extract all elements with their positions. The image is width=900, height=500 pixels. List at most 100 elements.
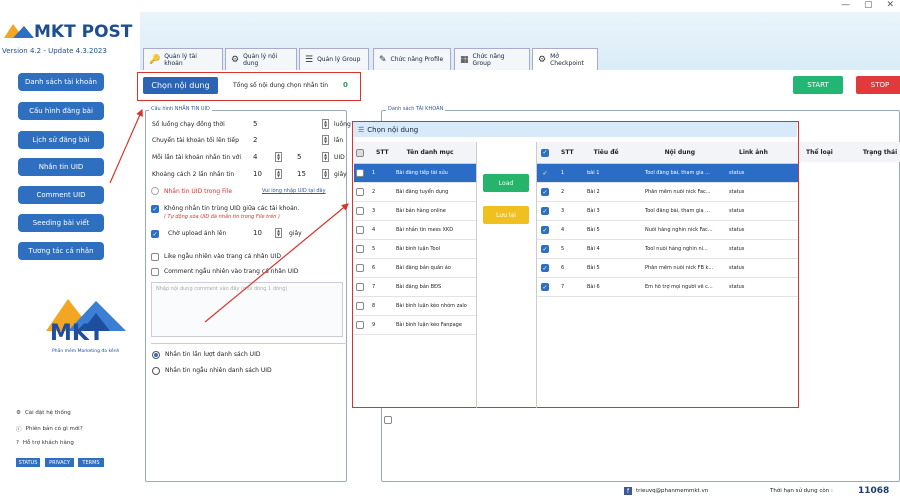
uid-file-checkbox[interactable]: [151, 187, 159, 195]
post-row[interactable]: ✓ 2 Bài 2 Phần mềm nuôi nick Fac... status: [537, 183, 798, 202]
tab-open-checkpoint[interactable]: ⚙ Mở Checkpoint: [532, 48, 598, 70]
threads-stepper[interactable]: ▲ ▼: [322, 119, 329, 129]
terms-badge[interactable]: TERMS: [78, 458, 104, 467]
switch-account-value[interactable]: 2: [253, 136, 257, 144]
tab-account-management[interactable]: 🔑 Quản lý tài khoản: [143, 48, 223, 70]
header-category: Thể loại: [806, 148, 833, 156]
sidebar-item-message-uid[interactable]: Nhắn tin UID: [18, 158, 104, 176]
per-account-min-stepper[interactable]: ▲ ▼: [275, 152, 282, 162]
privacy-badge[interactable]: PRIVACY: [45, 458, 74, 467]
threads-value[interactable]: 5: [253, 120, 257, 128]
import-uid-link[interactable]: Vui lòng nhập UID tại đây: [262, 188, 326, 194]
per-account-max-stepper[interactable]: ▲ ▼: [322, 152, 329, 162]
switch-account-stepper[interactable]: ▲ ▼: [322, 135, 329, 145]
category-row[interactable]: 7 Bài đăng bán BĐS: [354, 278, 476, 297]
tab-group-functions[interactable]: ▦ Chức năng Group: [454, 48, 530, 70]
tab-group-management[interactable]: ☰ Quản lý Group: [299, 48, 369, 70]
list-icon: ☰: [305, 54, 314, 65]
category-row[interactable]: 8 Bài bình luận kéo nhóm zalo: [354, 297, 476, 316]
post-checkbox[interactable]: ✓: [541, 283, 549, 291]
random-radio[interactable]: [152, 367, 160, 375]
select-all-posts-checkbox[interactable]: ✓: [541, 148, 549, 157]
status-badge[interactable]: STATUS: [16, 458, 40, 467]
category-row[interactable]: 3 Bài bán hàng online: [354, 202, 476, 221]
load-button[interactable]: Load: [483, 174, 529, 192]
category-checkbox[interactable]: [356, 188, 364, 196]
key-icon: 🔑: [149, 54, 161, 65]
post-checkbox[interactable]: ✓: [541, 264, 549, 272]
post-image-link: status: [729, 246, 745, 252]
settings-label: Cài đặt hệ thống: [24, 410, 71, 416]
support-link[interactable]: ? Hỗ trợ khách hàng: [16, 440, 74, 446]
sidebar-item-post-history[interactable]: Lịch sử đăng bài: [18, 131, 104, 149]
tab-content-management[interactable]: ⚙ Quản lý nội dung: [225, 48, 297, 70]
close-button[interactable]: ✕: [886, 0, 894, 10]
post-row[interactable]: ✓ 5 Bài 4 Tool nuôi hàng nghìn ni... status: [537, 240, 798, 259]
category-row[interactable]: 2 Bài đăng tuyển dụng: [354, 183, 476, 202]
comment-random-checkbox[interactable]: [151, 268, 159, 276]
sidebar-item-account-list[interactable]: Danh sách tài khoản: [18, 73, 104, 91]
category-name: Bài đăng tuyển dụng: [396, 189, 449, 195]
post-image-link: status: [729, 189, 745, 195]
switch-account-unit: lần: [334, 137, 344, 144]
post-checkbox[interactable]: ✓: [541, 169, 549, 177]
sidebar-item-comment-uid[interactable]: Comment UID: [18, 186, 104, 204]
support-email[interactable]: trieuvq@phanmemmkt.vn: [636, 488, 708, 494]
per-account-max[interactable]: 5: [297, 153, 301, 161]
category-row[interactable]: 4 Bài nhắn tin mess XKD: [354, 221, 476, 240]
post-checkbox[interactable]: ✓: [541, 245, 549, 253]
settings-icon: ⚙: [231, 54, 240, 65]
post-row[interactable]: ✓ 4 Bài 5 Nuôi hàng nghìn nick Fac... status: [537, 221, 798, 240]
save-button[interactable]: Lưu lại: [483, 206, 529, 224]
like-random-checkbox[interactable]: [151, 253, 159, 261]
start-button[interactable]: START: [793, 76, 843, 94]
category-checkbox[interactable]: [356, 169, 364, 177]
category-checkbox[interactable]: [356, 226, 364, 234]
sequential-radio[interactable]: [152, 351, 160, 359]
whats-new-link[interactable]: ⓘ Phiên bản có gì mới?: [16, 425, 83, 433]
category-checkbox[interactable]: [356, 264, 364, 272]
category-row[interactable]: 9 Bài bình luận kéo Fanpage: [354, 316, 476, 335]
whats-new-label: Phiên bản có gì mới?: [25, 426, 83, 432]
account-checkbox[interactable]: [384, 415, 392, 424]
category-row[interactable]: 5 Bài bình luận Tool: [354, 240, 476, 259]
per-account-min[interactable]: 4: [253, 153, 257, 161]
interval-max-stepper[interactable]: ▲ ▼: [322, 169, 329, 179]
threads-unit: luồng: [334, 121, 351, 128]
post-row[interactable]: ✓ 1 bài 1 Tool đăng bài, tham gia ... status: [537, 164, 798, 183]
post-checkbox[interactable]: ✓: [541, 188, 549, 196]
category-checkbox[interactable]: [356, 207, 364, 215]
select-all-checkbox[interactable]: [356, 148, 364, 157]
no-duplicate-checkbox[interactable]: ✓: [151, 205, 159, 213]
settings-link[interactable]: ⚙ Cài đặt hệ thống: [16, 410, 71, 416]
choose-content-button[interactable]: Chọn nội dung: [143, 77, 218, 94]
category-checkbox[interactable]: [356, 245, 364, 253]
interval-min-stepper[interactable]: ▲ ▼: [275, 169, 282, 179]
wait-upload-stepper[interactable]: ▲ ▼: [275, 228, 282, 238]
post-checkbox[interactable]: ✓: [541, 207, 549, 215]
post-row[interactable]: ✓ 7 Bài 6 Em hỗ trợ mọi người về c... status: [537, 278, 798, 297]
interval-max[interactable]: 15: [297, 170, 306, 178]
sequential-label: Nhắn tin lần lượt danh sách UID: [165, 351, 261, 358]
category-row[interactable]: 1 Bài đăng tiếp tài sửu: [354, 164, 476, 183]
stop-button[interactable]: STOP: [856, 76, 900, 94]
post-checkbox[interactable]: ✓: [541, 226, 549, 234]
category-stt: 4: [372, 227, 376, 233]
comment-textarea[interactable]: Nhập nội dung comment vào đây (mỗi dòng …: [151, 282, 343, 337]
category-checkbox[interactable]: [356, 283, 364, 291]
category-checkbox[interactable]: [356, 302, 364, 310]
category-row[interactable]: 6 Bài đăng bán quần áo: [354, 259, 476, 278]
wait-upload-checkbox[interactable]: ✓: [151, 230, 159, 238]
sidebar-item-seeding[interactable]: Seeding bài viết: [18, 214, 104, 232]
sidebar-item-personal-interaction[interactable]: Tương tác cá nhân: [18, 242, 104, 260]
post-row[interactable]: ✓ 3 Bài 3 Tool đăng bài, tham gia ... status: [537, 202, 798, 221]
sidebar-item-post-config[interactable]: Cấu hình đăng bài: [18, 102, 104, 120]
wait-upload-value[interactable]: 10: [253, 229, 262, 237]
post-row[interactable]: ✓ 6 Bài 5 Phần mềm nuôi nick FB k... status: [537, 259, 798, 278]
interval-min[interactable]: 10: [253, 170, 262, 178]
minimize-button[interactable]: —: [841, 0, 850, 10]
category-checkbox[interactable]: [356, 321, 364, 329]
maximize-button[interactable]: ▢: [864, 0, 873, 10]
category-header: STT Tên danh mục: [354, 142, 476, 164]
tab-profile-functions[interactable]: ✎ Chức năng Profile: [373, 48, 451, 70]
